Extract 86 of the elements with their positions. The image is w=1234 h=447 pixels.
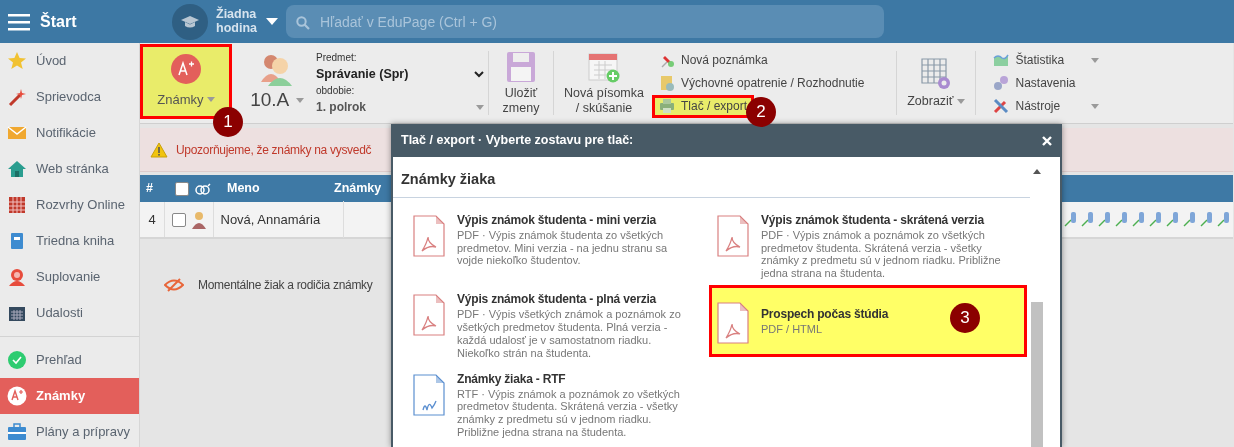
caret-icon: [295, 97, 304, 103]
close-icon[interactable]: [1042, 135, 1052, 146]
column-header: #: [145, 180, 154, 198]
calendar-add-icon: [588, 51, 620, 83]
chevron-down-icon: [474, 70, 484, 78]
toolbar-link[interactable]: Štatistika: [986, 48, 1106, 72]
start-label[interactable]: Štart: [40, 9, 158, 34]
dialog-title: Tlač / export · Vyberte zostavu pre tlač:: [401, 132, 634, 150]
sidebar-item[interactable]: Sprievodca: [0, 79, 139, 115]
chart-icon: [993, 52, 1009, 68]
search-field[interactable]: Hľadať v EduPage (Ctrl + G): [286, 5, 884, 38]
calendar-grid-icon: [7, 195, 27, 215]
grade-icon: [171, 53, 201, 84]
person-icon: [7, 267, 27, 287]
report-description: PDF · Výpis známok a poznámok zo všetkých predmetov študenta. Skrátená verzia - všetky známky z predmetu sú v jednom riadku. Približne jedna strana na študenta.: [761, 228, 1002, 281]
tools-icon: [993, 98, 1009, 114]
row-checkbox[interactable]: [171, 212, 186, 227]
document-icon: [413, 373, 445, 416]
gender-icon: [195, 181, 211, 196]
report-title: Výpis známok študenta - plná verzia: [457, 291, 658, 309]
briefcase-icon: [7, 422, 27, 442]
report-option[interactable]: Výpis známok študenta - plná verzia PDF · Výpis všetkých známok a poznámok zo všetkých predmetov študenta. Plná verzia - každá udalosť je v samostatnom riadku. Niekoľko strán na študenta.: [405, 285, 701, 365]
report-title: Výpis známok študenta - mini verzia: [457, 211, 658, 229]
toolbar-link[interactable]: Nastavenia: [986, 71, 1106, 95]
student-icon: [192, 210, 206, 229]
report-option[interactable]: Výpis známok študenta - mini verzia PDF · Výpis známok študenta zo všetkých predmetov. Mini verzia - na jednu stranu sa vojde niekoľko študentov.: [405, 205, 701, 286]
sidebar-item[interactable]: Triedna kniha: [0, 223, 139, 259]
period-label: obdobie:: [316, 84, 356, 99]
report-description: RTF · Výpis známok a poznámok zo všetkých predmetov študenta. Skrátená verzia - všetky známky z predmetu sú v jednom riadku. Približne jedna strana na študenta.: [457, 387, 681, 440]
sidebar-item[interactable]: Web stránka: [0, 151, 139, 187]
class-selector[interactable]: 10.A: [242, 43, 312, 123]
caret-icon: [956, 99, 965, 105]
column-header: Meno: [227, 180, 261, 198]
caret-icon: [476, 104, 484, 110]
caret-icon: [206, 97, 215, 102]
report-title: Známky žiaka - RTF: [457, 370, 567, 388]
period-dropdown[interactable]: 1. polrok: [316, 98, 484, 117]
report-title: Výpis známok študenta - skrátená verzia: [761, 211, 986, 229]
warning-text: Upozorňujeme, že známky na vysvedč: [176, 141, 372, 159]
sidebar-item[interactable]: Prehľad: [0, 342, 139, 378]
hidden-eye-icon: [164, 278, 184, 292]
new-test-button[interactable]: Nová písomka / skúšanie: [558, 43, 650, 123]
sidebar-item[interactable]: Notifikácie: [0, 115, 139, 151]
sidebar-item[interactable]: Suplovanie: [0, 259, 139, 295]
class-name: 10.A: [250, 87, 290, 112]
pdf-file-icon: [717, 214, 749, 257]
sidebar-item[interactable]: Udalosti: [0, 295, 139, 331]
report-description: PDF · Výpis známok študenta zo všetkých predmetov. Mini verzia - na jednu stranu sa vojde niekoľko študentov.: [457, 228, 669, 268]
toolbar-link[interactable]: Tlač / export: [652, 94, 755, 118]
printer-icon: [659, 98, 675, 114]
grade-icon: [7, 386, 27, 406]
report-title: Prospech počas štúdia: [761, 306, 889, 324]
toolbar-link[interactable]: Nová poznámka: [652, 48, 775, 72]
display-button[interactable]: Zobraziť: [901, 43, 971, 123]
toolbar-link[interactable]: Nástroje: [986, 94, 1106, 118]
info-text: Momentálne žiak a rodičia známky: [198, 277, 373, 294]
select-all-checkbox[interactable]: [175, 181, 189, 196]
grid-settings-icon: [920, 57, 952, 92]
check-circle-icon: [7, 350, 27, 370]
sidebar-item[interactable]: Úvod: [0, 43, 139, 79]
house-icon: [7, 159, 27, 179]
menu-icon[interactable]: [8, 12, 30, 31]
toolbar-link[interactable]: Výchovné opatrenie / Rozhodnutie: [652, 71, 872, 95]
report-description: PDF · Výpis všetkých známok a poznámok zo všetkých predmetov študenta. Plná verzia - každá udalosť je v samostatnom riadku. Niekoľko strán na študenta.: [457, 308, 682, 360]
subject-dropdown[interactable]: Správanie (Spr): [316, 64, 484, 84]
report-option[interactable]: Výpis známok študenta - skrátená verzia PDF · Výpis známok a poznámok zo všetkých predmetov študenta. Skrátená verzia - všetky známky z predmetu sú v jednom riadku. Približne jedna strana na študenta.: [709, 205, 1027, 286]
graduation-cap-icon[interactable]: [172, 3, 208, 40]
report-option[interactable]: Známky žiaka - RTF RTF · Výpis známok a poznámok zo všetkých predmetov študenta. Skrátená verzia - všetky známky z predmetu sú v jednom riadku. Približne jedna strana na študenta.: [405, 364, 701, 445]
report-description: PDF / HTML: [761, 323, 824, 337]
subject-label: Predmet:: [316, 50, 358, 65]
star-icon: [7, 51, 27, 71]
sidebar-item[interactable]: Plány a prípravy: [0, 414, 139, 447]
lesson-selector[interactable]: Žiadna hodina: [216, 8, 266, 35]
pdf-file-icon: [413, 294, 445, 337]
save-button[interactable]: Uložiť zmeny: [493, 43, 549, 123]
column-header: Známky: [334, 180, 382, 198]
gears-icon: [993, 75, 1009, 91]
sidebar-item[interactable]: Rozvrhy Online: [0, 187, 139, 223]
document-icon: [659, 75, 675, 91]
pdf-file-icon: [717, 301, 749, 344]
table-cell-text: 4: [147, 210, 157, 229]
section-title: Známky žiaka: [393, 157, 1030, 198]
caret-icon[interactable]: [266, 17, 278, 26]
pdf-file-icon: [413, 214, 445, 257]
warning-icon: [150, 141, 168, 158]
table-cell: Nová, Annamária: [213, 201, 344, 238]
